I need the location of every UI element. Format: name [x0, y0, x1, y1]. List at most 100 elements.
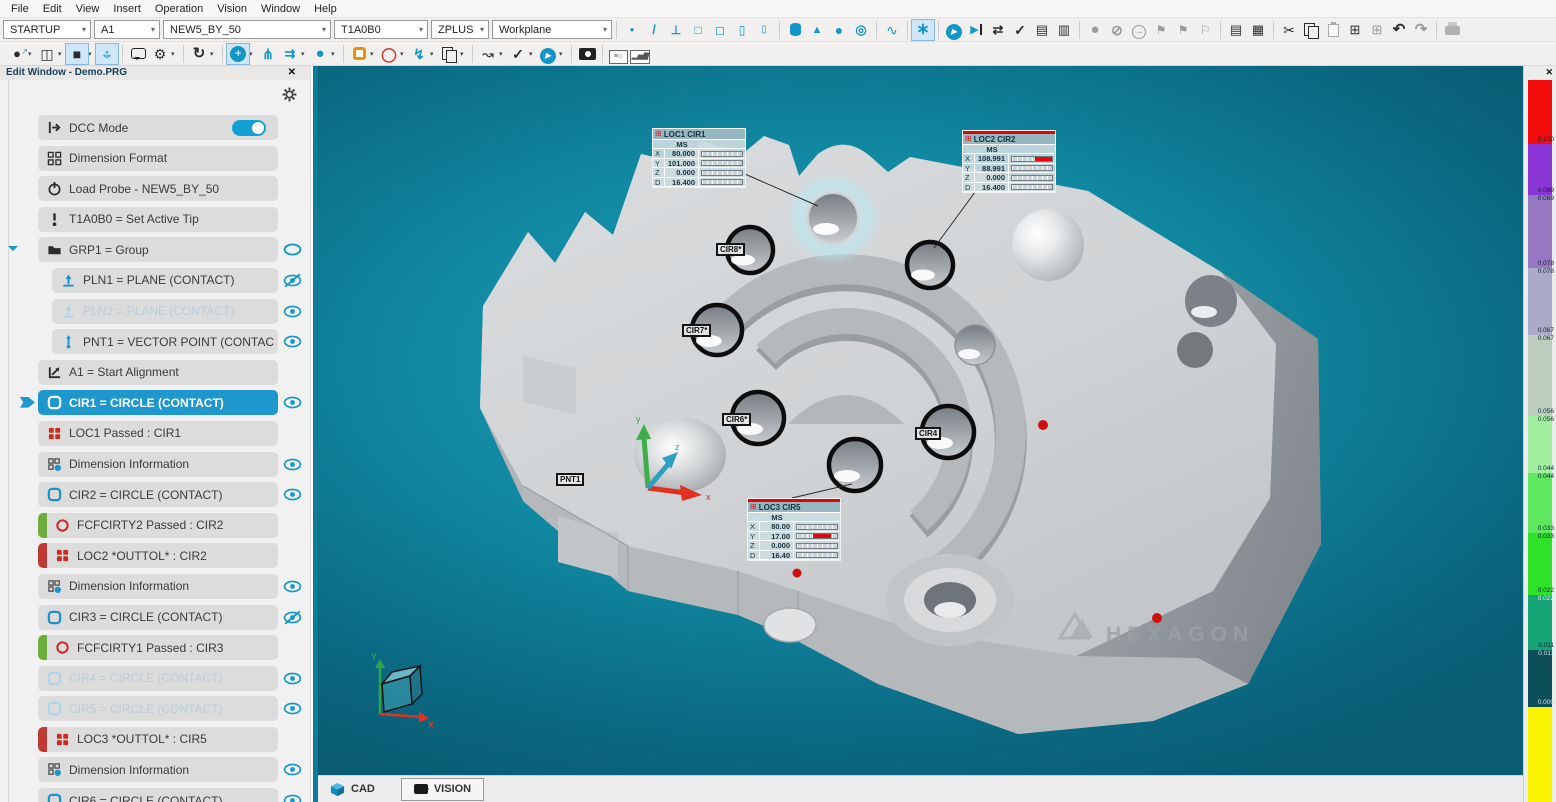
chevron-down-icon[interactable]: ▾	[499, 50, 507, 58]
list-item-dimension-information[interactable]: Dimension Information	[0, 452, 310, 477]
jump-to-icon[interactable]: ↯	[408, 44, 430, 64]
probe-options-icon[interactable]: ⋔	[257, 44, 279, 64]
graph-window-icon[interactable]: ▂▅▇	[629, 44, 651, 64]
menu-help[interactable]: Help	[307, 3, 344, 15]
list-item-cir1[interactable]: CIR1 = CIRCLE (CONTACT)	[0, 390, 310, 415]
probe-mode-icon[interactable]	[227, 44, 249, 64]
execute-icon[interactable]: ▶	[537, 44, 559, 64]
menu-window[interactable]: Window	[254, 3, 307, 15]
sphere-view-icon[interactable]: ●	[309, 44, 331, 64]
list-item-cir5[interactable]: CIR5 = CIRCLE (CONTACT)	[0, 696, 310, 721]
report-view-icon[interactable]: ▤	[1225, 20, 1247, 40]
eye-icon[interactable]	[283, 762, 302, 777]
execute-from-cursor-icon[interactable]: ▶	[965, 20, 987, 40]
list-item-fcfcirty1[interactable]: FCFCIRTY1 Passed : CIR3	[0, 635, 310, 660]
eye-icon[interactable]	[283, 395, 302, 410]
camera-icon[interactable]	[576, 44, 598, 64]
list-item-cir3[interactable]: CIR3 = CIRCLE (CONTACT)	[0, 605, 310, 630]
list-item-a1-alignment[interactable]: A1 = Start Alignment	[0, 360, 310, 385]
rotate-icon[interactable]: ↻	[188, 44, 210, 64]
eye-icon[interactable]	[283, 671, 302, 686]
list-item-cir4[interactable]: CIR4 = CIRCLE (CONTACT)	[0, 666, 310, 691]
workplane-label-select[interactable]: Workplane▾	[492, 20, 612, 39]
cut-icon[interactable]: ✂	[1278, 20, 1300, 40]
grid-report-icon[interactable]: ▦	[1247, 20, 1269, 40]
close-icon[interactable]: ✕	[288, 67, 296, 78]
menu-view[interactable]: View	[69, 3, 107, 15]
menu-file[interactable]: File	[4, 3, 36, 15]
grid-icon[interactable]: ⊞	[1366, 20, 1388, 40]
goto-icon[interactable]: →	[1128, 20, 1150, 40]
view-orientation-icon[interactable]: ●↗	[6, 44, 28, 64]
list-item-dimension-information[interactable]: Dimension Information	[0, 757, 310, 782]
close-icon[interactable]: ✕	[1545, 67, 1553, 78]
chevron-down-icon[interactable]: ▾	[301, 50, 309, 58]
eye-icon[interactable]	[283, 579, 302, 594]
gear-icon[interactable]	[281, 86, 298, 103]
comment-icon[interactable]	[127, 44, 149, 64]
chevron-down-icon[interactable]: ▾	[400, 50, 408, 58]
list-item-pln1[interactable]: PLN1 = PLANE (CONTACT)	[0, 268, 310, 293]
panel-splitter[interactable]	[310, 66, 318, 802]
cone-icon[interactable]: ▲	[806, 20, 828, 40]
bookmark-insert-icon[interactable]: ⚑	[1172, 20, 1194, 40]
chevron-down-icon[interactable]: ▾	[28, 50, 36, 58]
solid-view-icon[interactable]: ■	[66, 44, 88, 64]
chevron-down-icon[interactable]: ▾	[559, 50, 567, 58]
square-slot-icon[interactable]: ▯	[731, 20, 753, 40]
dcc-mode-toggle[interactable]	[232, 120, 266, 136]
wireframe-view-icon[interactable]: ◫	[36, 44, 58, 64]
undo-icon[interactable]: ↶	[1388, 20, 1410, 40]
eye-icon[interactable]	[283, 701, 302, 716]
tip-select[interactable]: T1A0B0▾	[334, 20, 428, 39]
eye-slash-icon[interactable]	[283, 273, 302, 288]
settings-gears-icon[interactable]: ⚙	[149, 44, 171, 64]
expand-caret-icon[interactable]	[8, 246, 18, 256]
cad-viewport[interactable]: x y z HEXAGON	[318, 66, 1523, 775]
tab-vision[interactable]: VISION	[401, 778, 484, 801]
measured-feature-icon[interactable]	[348, 44, 370, 64]
list-item-loc1[interactable]: LOC1 Passed : CIR1	[0, 421, 310, 446]
auto-feature-icon[interactable]: ∗	[912, 20, 934, 40]
chevron-down-icon[interactable]: ▾	[529, 50, 537, 58]
list-item-dimension-format[interactable]: Dimension Format	[0, 146, 310, 171]
pan-icon[interactable]: ↔↕	[96, 44, 118, 64]
eye-icon[interactable]	[283, 304, 302, 319]
list-item-load-probe[interactable]: Load Probe - NEW5_BY_50	[0, 176, 310, 201]
list-item-loc2[interactable]: LOC2 *OUTTOL* : CIR2	[0, 543, 310, 568]
stop-icon[interactable]: ●	[1084, 20, 1106, 40]
pattern-paste-icon[interactable]: ⊞	[1344, 20, 1366, 40]
list-item-grp1[interactable]: GRP1 = Group	[0, 237, 310, 262]
list-item-pnt1[interactable]: PNT1 = VECTOR POINT (CONTAC	[0, 329, 310, 354]
eye-outline-icon[interactable]	[283, 242, 302, 257]
list-item-cir6[interactable]: CIR6 = CIRCLE (CONTACT)	[0, 788, 310, 802]
bookmark-icon[interactable]: ⚑	[1150, 20, 1172, 40]
sphere-icon[interactable]: ●	[828, 20, 850, 40]
list-item-loc3[interactable]: LOC3 *OUTTOL* : CIR5	[0, 727, 310, 752]
plane-icon[interactable]: ⊥	[665, 20, 687, 40]
feature-path-icon[interactable]: ⇉	[279, 44, 301, 64]
paste-icon[interactable]	[1322, 20, 1344, 40]
chevron-down-icon[interactable]: ▾	[249, 50, 257, 58]
eye-icon[interactable]	[283, 457, 302, 472]
print-icon[interactable]	[1441, 20, 1463, 40]
menu-edit[interactable]: Edit	[36, 3, 69, 15]
probe-select[interactable]: NEW5_BY_50▾	[163, 20, 331, 39]
circle-icon[interactable]: □	[687, 20, 709, 40]
list-item-pln2[interactable]: PLN2 = PLANE (CONTACT)	[0, 299, 310, 324]
axis-select[interactable]: A1▾	[94, 20, 160, 39]
list-item-active-tip[interactable]: T1A0B0 = Set Active Tip	[0, 207, 310, 232]
verify-check-icon[interactable]: ✓	[507, 44, 529, 64]
workplane-select[interactable]: ZPLUS▾	[431, 20, 489, 39]
point-icon[interactable]: ●	[621, 20, 643, 40]
chevron-down-icon[interactable]: ▾	[430, 50, 438, 58]
report-pass-icon[interactable]: ▤	[1031, 20, 1053, 40]
copy-icon[interactable]	[1300, 20, 1322, 40]
chevron-down-icon[interactable]: ▾	[460, 50, 468, 58]
chevron-down-icon[interactable]: ▾	[370, 50, 378, 58]
chevron-down-icon[interactable]: ▾	[58, 50, 66, 58]
loop-icon[interactable]: ⇄	[987, 20, 1009, 40]
line-icon[interactable]: /	[643, 20, 665, 40]
list-item-fcfcirty2[interactable]: FCFCIRTY2 Passed : CIR2	[0, 513, 310, 538]
list-item-dimension-information[interactable]: Dimension Information	[0, 574, 310, 599]
